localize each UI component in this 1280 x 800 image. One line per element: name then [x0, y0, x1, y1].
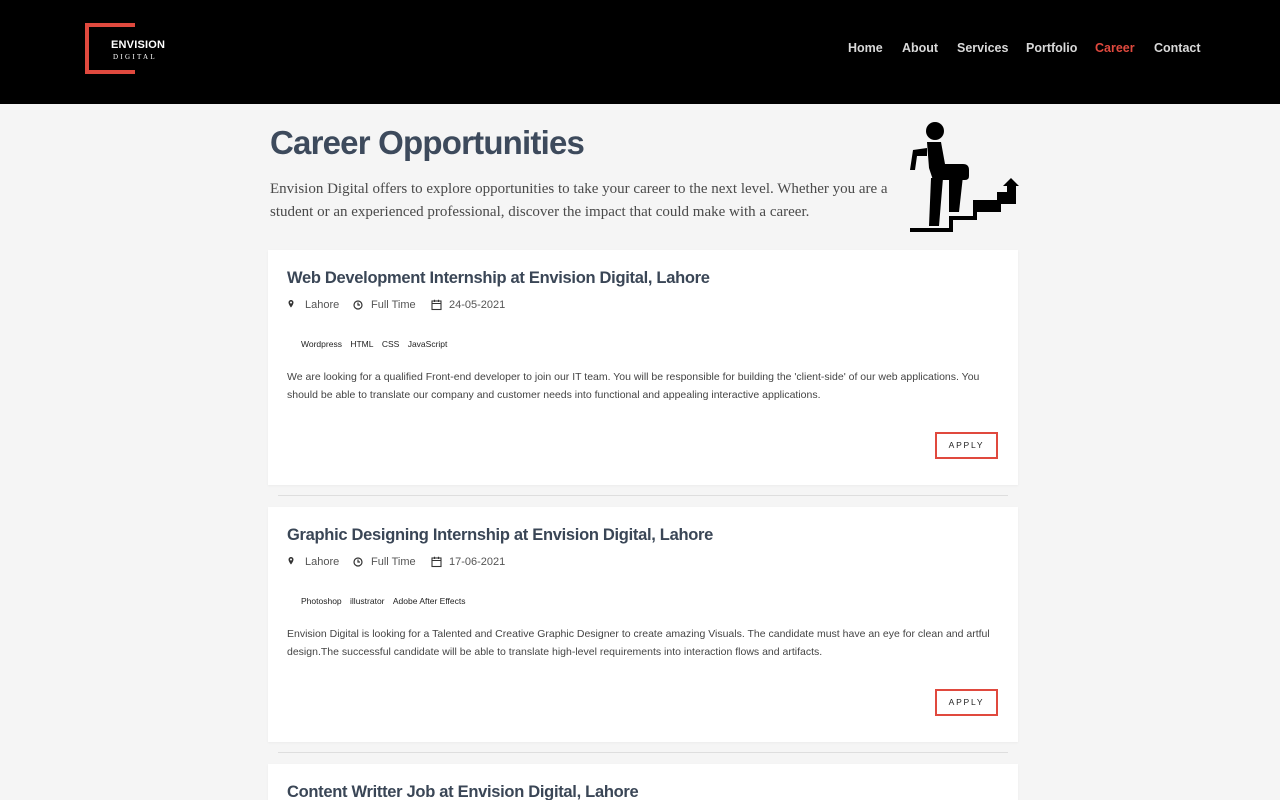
skill-tag: CSS — [381, 339, 400, 349]
card-divider — [278, 495, 1008, 496]
career-stairs-icon — [910, 122, 1019, 232]
nav-home[interactable]: Home — [848, 41, 883, 55]
nav-career[interactable]: Career — [1095, 41, 1135, 55]
nav-portfolio[interactable]: Portfolio — [1026, 41, 1077, 55]
apply-button[interactable]: APPLY — [935, 689, 998, 716]
job-description: Envision Digital is looking for a Talent… — [287, 628, 990, 658]
apply-button[interactable]: APPLY — [935, 432, 998, 459]
job-card: Graphic Designing Internship at Envision… — [268, 507, 1018, 742]
job-title[interactable]: Web Development Internship at Envision D… — [287, 269, 710, 288]
skill-tags: Wordpress HTML CSS JavaScript — [301, 339, 453, 349]
skill-tag: illustrator — [350, 596, 385, 606]
intro-paragraph: Envision Digital offers to explore oppor… — [270, 181, 888, 220]
job-date: 17-06-2021 — [431, 556, 505, 568]
job-type-text: Full Time — [371, 299, 416, 311]
job-type: Full Time — [353, 556, 416, 568]
top-navbar: ENVISION DIGITAL Home About Services Por… — [0, 0, 1280, 104]
job-card: Content Writter Job at Envision Digital,… — [268, 764, 1018, 800]
clock-icon — [353, 300, 363, 310]
skill-tag: Adobe After Effects — [392, 596, 466, 606]
job-date-text: 24-05-2021 — [449, 299, 506, 311]
job-location: Lahore — [287, 299, 339, 311]
job-description: We are looking for a qualified Front-end… — [287, 371, 980, 401]
calendar-icon — [431, 556, 442, 568]
job-date-text: 17-06-2021 — [449, 556, 506, 568]
job-type: Full Time — [353, 299, 416, 311]
job-location-text: Lahore — [305, 299, 340, 311]
nav-contact[interactable]: Contact — [1154, 41, 1201, 55]
job-location-text: Lahore — [305, 556, 340, 568]
nav-about[interactable]: About — [902, 41, 938, 55]
job-card: Web Development Internship at Envision D… — [268, 250, 1018, 485]
job-type-text: Full Time — [371, 556, 416, 568]
skill-tag: Wordpress — [301, 339, 342, 349]
card-divider — [278, 752, 1008, 753]
page-title: Career Opportunities — [270, 124, 585, 161]
skill-tag: Photoshop — [301, 596, 342, 606]
map-pin-icon — [288, 557, 294, 565]
map-pin-icon — [288, 300, 294, 308]
job-title[interactable]: Graphic Designing Internship at Envision… — [287, 526, 713, 545]
job-location: Lahore — [287, 556, 339, 568]
nav-services[interactable]: Services — [957, 41, 1008, 55]
main-nav: Home About Services Portfolio Career Con… — [0, 41, 1280, 57]
clock-icon — [353, 557, 363, 567]
job-date: 24-05-2021 — [431, 299, 505, 311]
skill-tags: Photoshop illustrator Adobe After Effect… — [301, 596, 472, 606]
skill-tag: HTML — [350, 339, 374, 349]
job-title[interactable]: Content Writter Job at Envision Digital,… — [287, 783, 639, 800]
calendar-icon — [431, 299, 442, 311]
skill-tag: JavaScript — [407, 339, 448, 349]
